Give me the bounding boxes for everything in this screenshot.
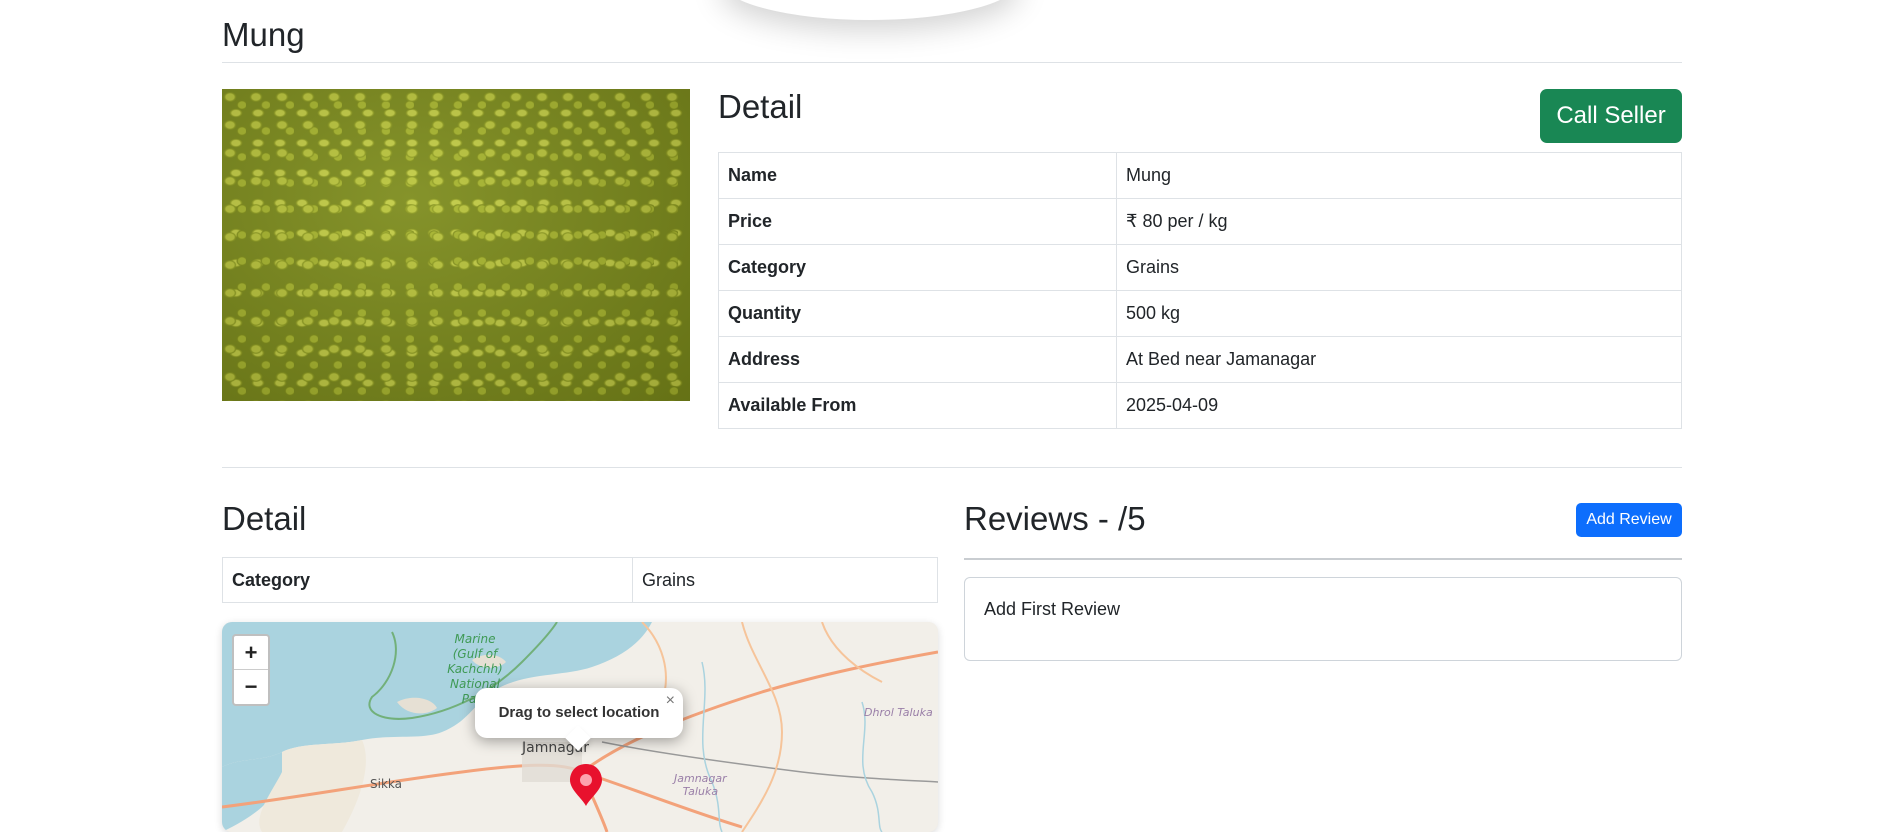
- row-value: Mung: [1116, 152, 1682, 199]
- review-card: Add First Review: [964, 577, 1682, 661]
- location-map[interactable]: Marine (Gulf of Kachchh) National Park J…: [222, 622, 938, 832]
- map-label-jamnagar-taluka: Jamnagar Taluka: [674, 772, 727, 798]
- table-row: Name Mung: [718, 152, 1682, 199]
- zoom-out-button[interactable]: −: [234, 669, 268, 703]
- row-value: At Bed near Jamanagar: [1116, 336, 1682, 383]
- title-divider: [222, 62, 1682, 63]
- row-key: Price: [718, 198, 1117, 245]
- row-key: Address: [718, 336, 1117, 383]
- row-value: ₹ 80 per / kg: [1116, 198, 1682, 245]
- table-row: Quantity 500 kg: [718, 290, 1682, 337]
- map-label-dhrol: Dhrol Taluka: [864, 706, 933, 719]
- table-row: Category Grains: [222, 557, 938, 603]
- table-row: Available From 2025-04-09: [718, 382, 1682, 429]
- section-divider: [222, 467, 1682, 468]
- product-image: [222, 89, 690, 401]
- row-value: Grains: [1116, 244, 1682, 291]
- row-value: 500 kg: [1116, 290, 1682, 337]
- reviews-heading: Reviews - /5: [964, 500, 1146, 537]
- row-value: 2025-04-09: [1116, 382, 1682, 429]
- add-review-button[interactable]: Add Review: [1576, 503, 1682, 537]
- call-seller-button[interactable]: Call Seller: [1540, 89, 1682, 143]
- zoom-in-button[interactable]: +: [234, 636, 268, 669]
- row-value: Grains: [632, 557, 938, 603]
- zoom-control: + −: [232, 634, 270, 706]
- row-key: Category: [222, 557, 633, 603]
- table-row: Address At Bed near Jamanagar: [718, 336, 1682, 383]
- row-key: Name: [718, 152, 1117, 199]
- popup-text: Drag to select location: [498, 704, 660, 721]
- row-key: Quantity: [718, 290, 1117, 337]
- row-key: Available From: [718, 382, 1117, 429]
- detail-heading: Detail: [718, 88, 803, 125]
- map-label-sikka: Sikka: [370, 777, 402, 791]
- detail-heading-secondary: Detail: [222, 500, 307, 537]
- row-key: Category: [718, 244, 1117, 291]
- navbar-shadow: [720, 0, 1020, 20]
- popup-close-icon[interactable]: ×: [666, 676, 675, 726]
- empty-review-text: Add First Review: [984, 599, 1121, 619]
- table-row: Category Grains: [718, 244, 1682, 291]
- category-table: Category Grains: [222, 557, 938, 603]
- product-detail-table: Name Mung Price ₹ 80 per / kg Category G…: [718, 152, 1682, 429]
- map-popup: Drag to select location ×: [475, 688, 683, 751]
- page-title: Mung: [222, 16, 305, 53]
- table-row: Price ₹ 80 per / kg: [718, 198, 1682, 245]
- reviews-divider: [964, 558, 1682, 560]
